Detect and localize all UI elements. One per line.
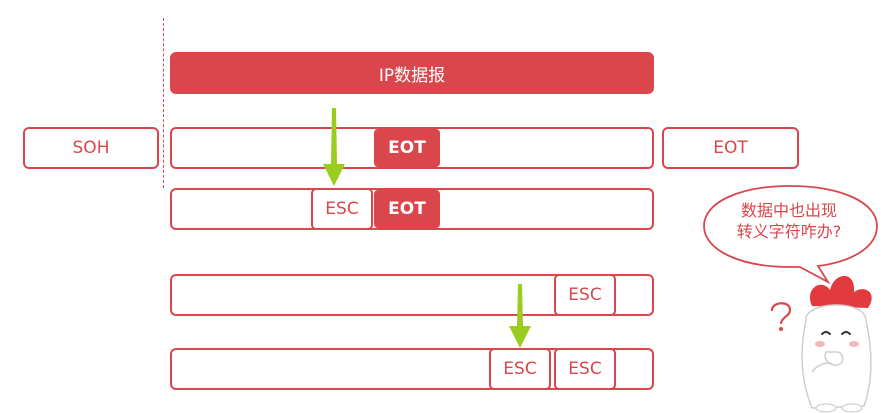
down-arrow-icon (323, 108, 345, 186)
row1-eot-cell: EOT (374, 129, 440, 167)
eot-end-box: EOT (662, 127, 799, 169)
bubble-line-2: 转义字符咋办? (736, 222, 842, 241)
row3-esc-cell: ESC (554, 274, 616, 316)
soh-box: SOH (23, 127, 159, 169)
ip-datagram-banner: IP数据报 (170, 52, 654, 94)
down-arrow-icon (509, 284, 531, 348)
mascot-character-icon (801, 276, 872, 413)
speech-bubble-text: 数据中也出现 转义字符咋办? (724, 200, 854, 242)
frame-boundary-divider (163, 18, 164, 188)
bubble-line-1: 数据中也出现 (740, 201, 837, 220)
row2-eot-cell: EOT (374, 190, 440, 228)
row2-esc-cell: ESC (311, 188, 373, 230)
row4-esc-inserted-cell: ESC (489, 348, 551, 390)
row4-esc-original-cell: ESC (554, 348, 616, 390)
